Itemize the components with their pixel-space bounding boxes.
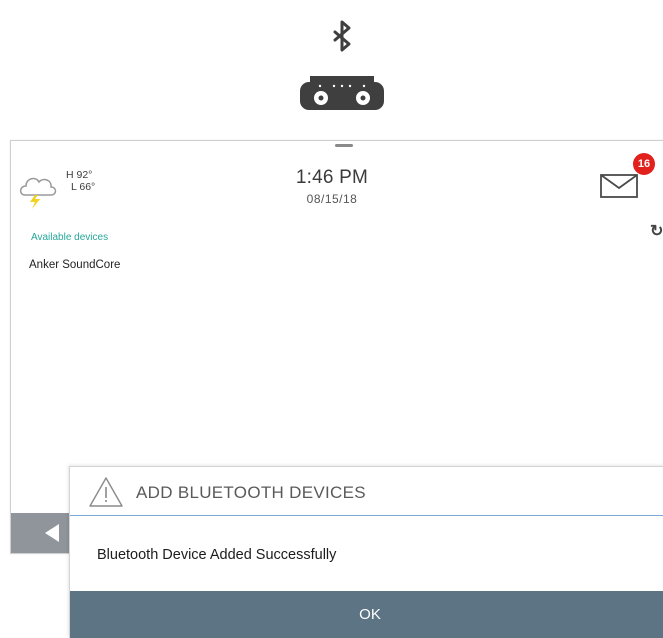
warning-icon bbox=[89, 477, 123, 507]
clock: 1:46 PM 08/15/18 bbox=[11, 167, 653, 206]
add-bluetooth-dialog: ADD BLUETOOTH DEVICES Bluetooth Device A… bbox=[69, 466, 663, 638]
dialog-title: ADD BLUETOOTH DEVICES bbox=[136, 483, 366, 502]
refresh-icon[interactable]: ↻ bbox=[650, 221, 663, 241]
dialog-header: ADD BLUETOOTH DEVICES bbox=[70, 467, 663, 516]
current-date: 08/15/18 bbox=[306, 192, 358, 206]
bluetooth-speaker-illustration bbox=[300, 20, 384, 110]
speaker-icon bbox=[300, 76, 384, 110]
available-devices-label: Available devices bbox=[31, 232, 109, 243]
bluetooth-icon bbox=[333, 20, 351, 52]
message-count-badge: 16 bbox=[633, 153, 655, 175]
current-time: 1:46 PM bbox=[295, 167, 369, 188]
device-item[interactable]: Anker SoundCore bbox=[29, 259, 120, 271]
ok-button[interactable]: OK bbox=[70, 591, 663, 638]
dialog-message: Bluetooth Device Added Successfully bbox=[97, 547, 337, 563]
envelope-icon[interactable] bbox=[600, 169, 640, 199]
pull-down-handle[interactable] bbox=[335, 144, 353, 147]
back-arrow-icon[interactable] bbox=[45, 524, 59, 542]
